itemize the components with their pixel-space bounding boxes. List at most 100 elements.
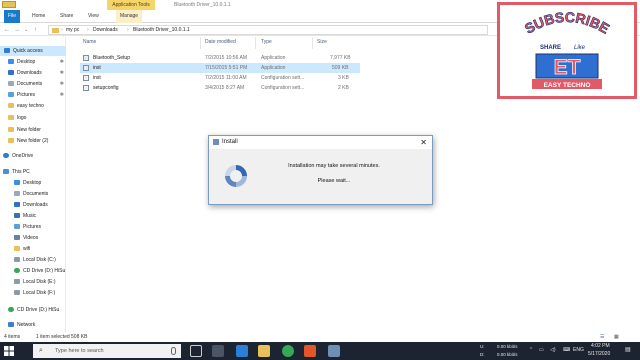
back-arrow-icon[interactable]: ← (4, 24, 10, 36)
input-method-icon[interactable]: ⌨ (563, 346, 570, 355)
volume-icon[interactable]: ◁) (550, 346, 556, 355)
microphone-icon[interactable] (171, 347, 176, 355)
breadcrumb-current[interactable]: Bluetooth Driver_10.0.1.1 (133, 26, 190, 34)
nav-folder-new-folder-2[interactable]: New folder (2) (8, 136, 48, 146)
file-type: Application (261, 55, 286, 61)
nav-folder-logo[interactable]: logo (8, 113, 26, 123)
close-icon[interactable]: ✕ (420, 136, 427, 149)
nav-label: Local Disk (C:) (23, 257, 56, 263)
tab-file[interactable]: File (4, 10, 21, 23)
nav-local-disk-e[interactable]: Local Disk (E:) (14, 277, 56, 287)
nav-label: Desktop (17, 59, 36, 65)
breadcrumb-my-pc[interactable]: my pc (66, 26, 79, 34)
nav-pc-desktop[interactable]: Desktop (14, 178, 41, 188)
nav-documents[interactable]: Documents ✱ (8, 79, 66, 89)
notifications-icon[interactable]: ▤ (625, 346, 631, 355)
nav-pc-documents[interactable]: Documents (14, 189, 48, 199)
column-header-type[interactable]: Type (261, 39, 272, 45)
loading-spinner-icon (225, 165, 247, 187)
tab-home[interactable]: Home (28, 10, 49, 23)
nav-local-disk-f[interactable]: Local Disk (F:) (14, 288, 55, 298)
address-field[interactable]: › my pc › Downloads › Bluetooth Driver_1… (48, 25, 488, 35)
clock-date[interactable]: 5/17/2020 (588, 350, 610, 359)
recorder-app-icon[interactable] (304, 345, 316, 357)
nav-folder-new-folder[interactable]: New folder (8, 125, 41, 135)
document-icon (8, 81, 14, 86)
nav-desktop[interactable]: Desktop ✱ (8, 57, 66, 67)
drive-icon (14, 279, 20, 284)
file-row[interactable]: inst 7/2/2015 11:00 AM Configuration set… (80, 73, 360, 83)
nav-label: New folder (2) (17, 138, 49, 144)
language-indicator[interactable]: ENG (573, 346, 584, 355)
file-type: Configuration sett... (261, 85, 305, 91)
taskbar-search[interactable]: ⌕ Type here to search (33, 344, 181, 358)
folder-icon (8, 138, 14, 143)
nav-pictures[interactable]: Pictures ✱ (8, 90, 66, 100)
nav-pc-pictures[interactable]: Pictures (14, 222, 41, 232)
nav-cd-drive-root[interactable]: CD Drive (D:) HiSu (8, 305, 59, 315)
net-down-label: D: (480, 352, 485, 357)
task-view-icon[interactable] (190, 345, 202, 357)
up-arrow-icon[interactable]: ↑ (34, 24, 37, 36)
file-row[interactable]: setupconfig 3/4/2015 8:27 AM Configurati… (80, 83, 360, 93)
forward-arrow-icon[interactable]: → (14, 24, 20, 36)
dialog-message: Installation may take several minutes. (288, 163, 380, 169)
nav-pc-music[interactable]: Music (14, 211, 36, 221)
recent-chevron-icon[interactable]: ⌄ (24, 24, 28, 36)
column-header-name[interactable]: Name (83, 39, 96, 45)
nav-pc-wifi[interactable]: wifi (14, 244, 30, 254)
nav-onedrive[interactable]: OneDrive (3, 151, 33, 161)
dialog-title-bar[interactable]: Install ✕ (209, 136, 432, 149)
column-header-date[interactable]: Date modified (205, 39, 236, 45)
windows-start-icon[interactable] (4, 346, 14, 356)
desktop-icon (8, 59, 14, 64)
search-icon: ⌕ (39, 347, 43, 354)
network-tray-icon[interactable]: ▭ (539, 346, 544, 355)
config-file-icon (83, 75, 89, 81)
column-divider[interactable] (255, 37, 256, 49)
column-divider[interactable] (200, 37, 201, 49)
nav-pc-downloads[interactable]: Downloads (14, 200, 48, 210)
breadcrumb-downloads[interactable]: Downloads (93, 26, 118, 34)
nav-cd-drive[interactable]: CD Drive (D:) HiSu (14, 266, 65, 276)
breadcrumb-separator: › (127, 27, 129, 33)
selection-info: 1 item selected 508 KB (36, 334, 88, 340)
file-name: Bluetooth_Setup (93, 55, 130, 61)
subscribe-banner: SUBSCRIBE SHARE Like ET EASY TECHNO (497, 2, 637, 99)
nav-local-disk-c[interactable]: Local Disk (C:) (14, 255, 56, 265)
brand-text: EASY TECHNO (544, 82, 591, 89)
nav-label: Documents (17, 81, 43, 87)
tab-manage[interactable]: Manage (116, 10, 143, 23)
nav-this-pc[interactable]: This PC (3, 167, 30, 177)
large-icons-view-icon[interactable]: ▦ (614, 333, 619, 342)
pin-icon: ✱ (59, 92, 64, 98)
installer-taskbar-icon[interactable] (328, 345, 340, 357)
tab-share[interactable]: Share (56, 10, 77, 23)
folder-icon[interactable] (2, 1, 16, 8)
file-explorer-icon[interactable] (258, 345, 270, 357)
column-header-size[interactable]: Size (317, 39, 327, 45)
share-text: SHARE (540, 45, 561, 51)
nav-pc-videos[interactable]: Videos (14, 233, 38, 243)
file-size: 3 KB (338, 75, 349, 81)
pin-icon: ✱ (59, 59, 64, 65)
nav-label: This PC (12, 169, 30, 175)
taskbar-app-icon[interactable] (212, 345, 224, 357)
network-icon (8, 322, 14, 327)
nav-folder-easy-techno[interactable]: easy techno (8, 101, 44, 111)
details-view-icon[interactable]: ☰ (600, 333, 604, 342)
tab-view[interactable]: View (84, 10, 103, 23)
music-icon (14, 213, 20, 218)
nav-quick-access[interactable]: Quick access (0, 46, 66, 56)
chrome-icon[interactable] (282, 345, 294, 357)
nav-label: Downloads (23, 202, 48, 208)
nav-downloads[interactable]: Downloads ✱ (8, 68, 66, 78)
tab-application-tools[interactable]: Application Tools (107, 0, 155, 10)
file-row[interactable]: Bluetooth_Setup 7/2/2015 10:56 AM Applic… (80, 53, 360, 63)
edge-browser-icon[interactable] (236, 345, 248, 357)
tray-up-arrow-icon[interactable]: ⌃ (529, 346, 533, 355)
nav-network[interactable]: Network (8, 320, 35, 330)
column-divider[interactable] (312, 37, 313, 49)
file-row-selected[interactable]: inst 7/15/2015 5:51 PM Application 509 K… (80, 63, 360, 73)
subscribe-graphic: SUBSCRIBE SHARE Like ET EASY TECHNO (522, 9, 612, 89)
